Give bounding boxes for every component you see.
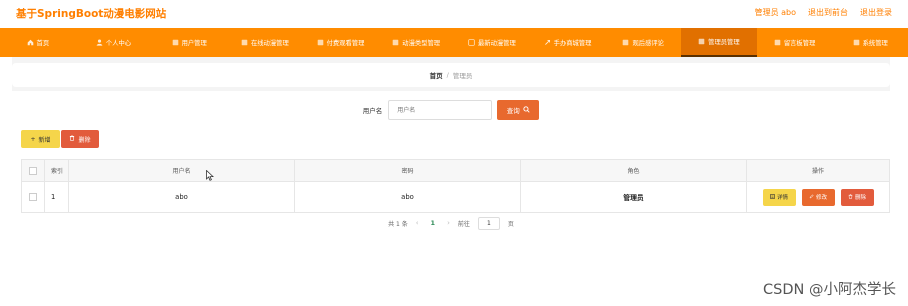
content-card: 用户名 查询 + 新增 删除 索引 用户名 密码 角色 操作 bbox=[12, 91, 890, 240]
total-count: 共 1 条 bbox=[388, 220, 408, 228]
message-icon bbox=[774, 39, 781, 46]
top-links: 管理员 abo 退出到前台 退出登录 bbox=[755, 7, 892, 18]
nav-item-label: 付费观看管理 bbox=[326, 40, 365, 47]
watermark: CSDN @小阿杰学长 bbox=[763, 282, 896, 298]
nav-item-label: 个人中心 bbox=[105, 40, 132, 47]
header-role: 角色 bbox=[521, 160, 747, 181]
prev-page-button[interactable]: ‹ bbox=[416, 219, 419, 227]
row-checkbox-cell bbox=[22, 182, 45, 212]
nav-item-label: 留言板管理 bbox=[783, 40, 816, 47]
nav-item-figure-shop[interactable]: 手办商城管理 bbox=[530, 28, 606, 57]
search-label: 用户名 bbox=[362, 107, 383, 115]
edit-icon bbox=[809, 193, 814, 201]
header-checkbox-cell bbox=[22, 160, 45, 181]
logout-link[interactable]: 退出登录 bbox=[860, 7, 892, 18]
nav-item-latest-anime[interactable]: 最新动漫管理 bbox=[454, 28, 530, 57]
detail-button-label: 详情 bbox=[776, 195, 788, 201]
header-password: 密码 bbox=[295, 160, 521, 181]
pagination: 共 1 条 ‹ 1 › 前往 1 页 bbox=[12, 215, 890, 231]
nav-item-profile[interactable]: 个人中心 bbox=[76, 28, 152, 57]
detail-button[interactable]: 详情 bbox=[762, 188, 796, 206]
add-button[interactable]: + 新增 bbox=[21, 130, 60, 148]
nav-item-paid-viewing[interactable]: 付费观看管理 bbox=[303, 28, 379, 57]
top-header: 基于SpringBoot动漫电影网站 管理员 abo 退出到前台 退出登录 bbox=[0, 0, 908, 25]
goto-page-input[interactable]: 1 bbox=[477, 216, 500, 230]
row-actions: 详情 修改 删除 bbox=[747, 182, 889, 212]
trash-icon bbox=[848, 193, 853, 201]
username-search-input[interactable] bbox=[388, 100, 493, 120]
users-icon bbox=[172, 39, 179, 46]
table-header: 索引 用户名 密码 角色 操作 bbox=[22, 160, 889, 182]
next-page-button[interactable]: › bbox=[447, 219, 450, 227]
nav-item-label: 系统管理 bbox=[862, 40, 888, 47]
row-delete-button[interactable]: 删除 bbox=[840, 188, 874, 206]
current-user-label: 管理员 abo bbox=[754, 8, 796, 17]
pay-icon bbox=[317, 39, 324, 46]
settings-icon bbox=[853, 39, 860, 46]
shop-icon bbox=[544, 39, 551, 46]
admin-icon bbox=[698, 38, 705, 45]
comment-icon bbox=[622, 39, 629, 46]
new-icon bbox=[468, 39, 475, 46]
search-row: 用户名 查询 bbox=[12, 100, 890, 120]
home-icon bbox=[27, 39, 34, 46]
batch-delete-label: 删除 bbox=[78, 136, 91, 144]
nav-item-online-anime[interactable]: 在线动漫管理 bbox=[227, 28, 303, 57]
header-username: 用户名 bbox=[69, 160, 295, 181]
nav-item-label: 在线动漫管理 bbox=[250, 40, 289, 47]
nav-item-admins[interactable]: 管理员管理 bbox=[681, 28, 757, 57]
header-index: 索引 bbox=[45, 160, 69, 181]
search-button-label: 查询 bbox=[506, 107, 520, 115]
edit-button[interactable]: 修改 bbox=[801, 188, 835, 206]
row-username: abo bbox=[69, 182, 295, 212]
add-button-label: 新增 bbox=[38, 136, 51, 144]
breadcrumb-separator: / bbox=[446, 71, 449, 79]
user-icon bbox=[96, 39, 103, 46]
site-title: 基于SpringBoot动漫电影网站 bbox=[16, 8, 167, 20]
admin-table: 索引 用户名 密码 角色 操作 1 abo abo 管理员 详情 修改 删除 bbox=[21, 159, 890, 213]
plus-icon: + bbox=[30, 135, 36, 143]
nav-item-label: 首页 bbox=[36, 40, 50, 47]
page-suffix: 页 bbox=[507, 220, 514, 228]
nav-item-users[interactable]: 用户管理 bbox=[151, 28, 227, 57]
nav-item-label: 动漫类型管理 bbox=[402, 40, 441, 47]
main-nav: 首页 个人中心 用户管理 在线动漫管理 付费观看管理 动漫类型管理 最新动漫管理… bbox=[0, 28, 908, 57]
detail-icon bbox=[770, 193, 775, 201]
edit-button-label: 修改 bbox=[815, 195, 827, 201]
batch-delete-button[interactable]: 删除 bbox=[61, 130, 99, 148]
tag-icon bbox=[392, 39, 399, 46]
row-role: 管理员 bbox=[521, 182, 747, 212]
nav-item-home[interactable]: 首页 bbox=[0, 28, 76, 57]
nav-item-message-board[interactable]: 留言板管理 bbox=[757, 28, 833, 57]
row-checkbox[interactable] bbox=[29, 193, 37, 201]
breadcrumb-current: 管理员 bbox=[452, 72, 473, 80]
nav-item-reviews[interactable]: 观后感评论 bbox=[605, 28, 681, 57]
row-password: abo bbox=[295, 182, 521, 212]
nav-item-system[interactable]: 系统管理 bbox=[832, 28, 908, 57]
nav-item-label: 手办商城管理 bbox=[553, 40, 592, 47]
nav-item-label: 观后感评论 bbox=[632, 40, 664, 47]
row-delete-label: 删除 bbox=[854, 195, 866, 201]
breadcrumb: 首页 / 管理员 bbox=[12, 63, 890, 87]
breadcrumb-home[interactable]: 首页 bbox=[430, 70, 443, 80]
film-icon bbox=[241, 39, 248, 46]
goto-label: 前往 bbox=[457, 220, 470, 228]
mouse-cursor-icon bbox=[206, 170, 214, 181]
trash-icon bbox=[69, 135, 75, 143]
nav-item-label: 用户管理 bbox=[181, 40, 207, 47]
row-index: 1 bbox=[45, 182, 69, 212]
search-icon bbox=[523, 105, 530, 115]
table-row: 1 abo abo 管理员 详情 修改 删除 bbox=[22, 182, 889, 212]
nav-item-anime-types[interactable]: 动漫类型管理 bbox=[378, 28, 454, 57]
nav-item-label: 最新动漫管理 bbox=[477, 40, 516, 47]
back-to-frontend-link[interactable]: 退出到前台 bbox=[808, 7, 848, 18]
header-actions: 操作 bbox=[811, 168, 824, 175]
nav-item-label: 管理员管理 bbox=[708, 39, 740, 46]
search-button[interactable]: 查询 bbox=[497, 100, 540, 120]
main-area: 首页 / 管理员 用户名 查询 + 新增 删除 索引 用户名 密码 bbox=[12, 57, 890, 240]
select-all-checkbox[interactable] bbox=[29, 166, 37, 175]
page-number-current[interactable]: 1 bbox=[427, 219, 440, 227]
